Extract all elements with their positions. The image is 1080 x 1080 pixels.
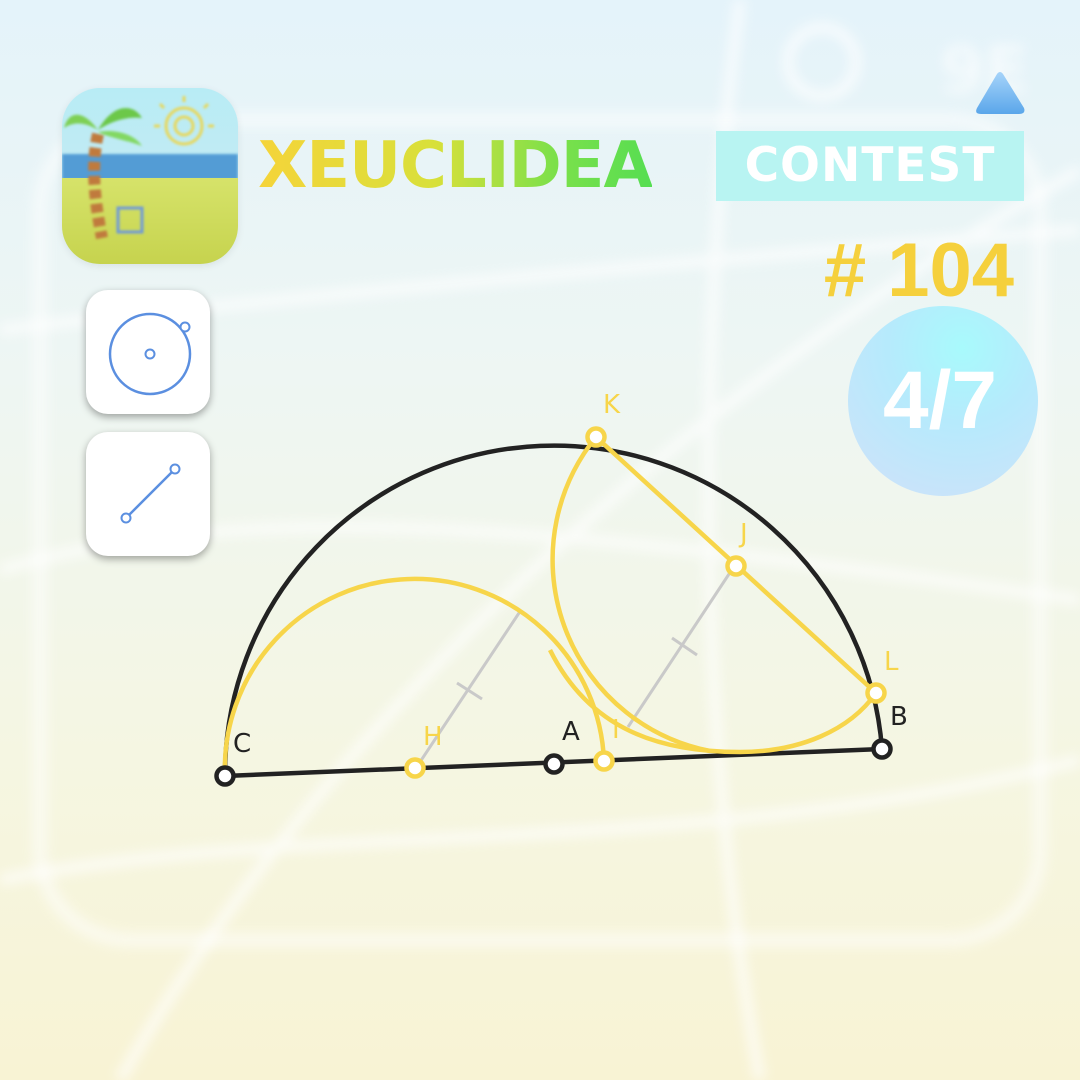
arc-h[interactable] bbox=[222, 576, 607, 777]
point-label-a: A bbox=[562, 717, 580, 747]
point-a[interactable] bbox=[543, 753, 565, 775]
point-k[interactable] bbox=[585, 426, 607, 448]
point-h[interactable] bbox=[404, 757, 426, 779]
point-label-b: B bbox=[890, 702, 908, 732]
point-j[interactable] bbox=[725, 555, 747, 577]
point-b[interactable] bbox=[871, 738, 893, 760]
point-label-k: K bbox=[603, 390, 621, 420]
point-l[interactable] bbox=[865, 682, 887, 704]
arc-i[interactable] bbox=[547, 648, 878, 755]
point-label-h: H bbox=[423, 722, 443, 752]
constructed-figure bbox=[222, 435, 878, 777]
arc-k-left[interactable] bbox=[550, 435, 711, 754]
helper-line-i bbox=[626, 567, 735, 728]
construction-canvas[interactable]: H I J K L A B C bbox=[0, 0, 1080, 1080]
point-label-c: C bbox=[233, 729, 251, 759]
point-label-j: J bbox=[738, 519, 748, 549]
point-label-i: I bbox=[612, 715, 620, 745]
point-i[interactable] bbox=[593, 750, 615, 772]
point-label-l: L bbox=[884, 647, 899, 677]
point-c[interactable] bbox=[214, 765, 236, 787]
